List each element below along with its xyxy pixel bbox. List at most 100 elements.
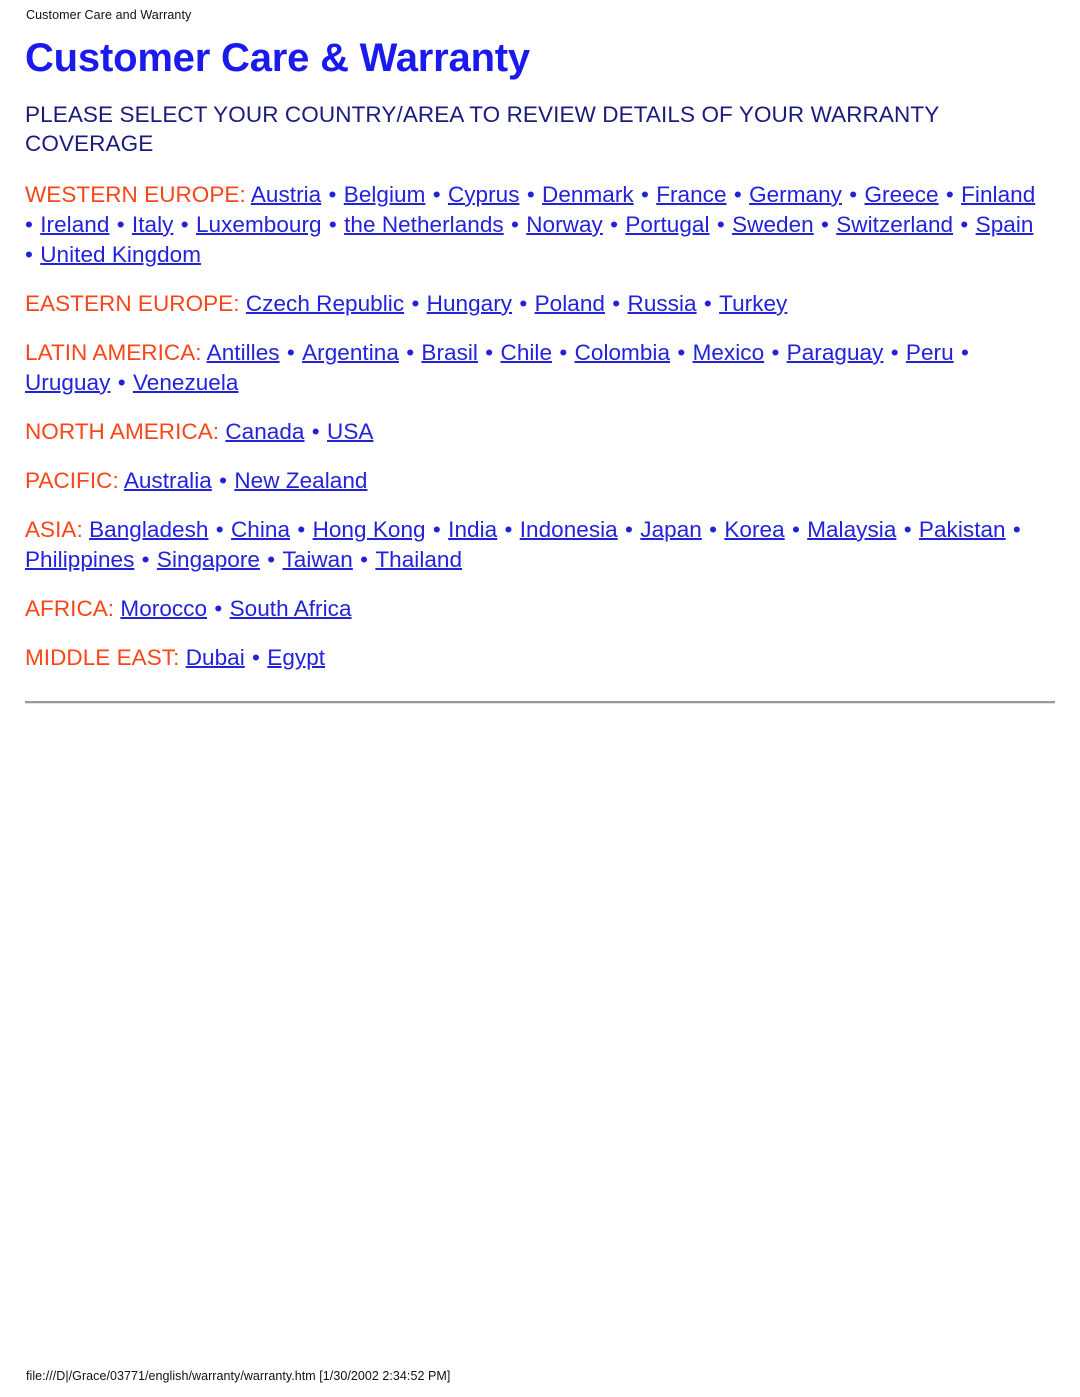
country-link[interactable]: Hong Kong xyxy=(313,517,426,542)
region-paragraph: MIDDLE EAST: Dubai • Egypt xyxy=(25,643,1037,673)
bullet-separator: • xyxy=(727,182,749,207)
country-link[interactable]: Belgium xyxy=(344,182,426,207)
country-link[interactable]: Egypt xyxy=(267,645,325,670)
country-link[interactable]: Norway xyxy=(526,212,603,237)
country-link[interactable]: New Zealand xyxy=(234,468,367,493)
country-link[interactable]: USA xyxy=(327,419,373,444)
bullet-separator: • xyxy=(426,182,447,207)
region-label: NORTH AMERICA: xyxy=(25,419,220,444)
country-link[interactable]: Finland xyxy=(961,182,1035,207)
bullet-separator: • xyxy=(504,212,526,237)
page-title: Customer Care & Warranty xyxy=(25,36,530,80)
country-link[interactable]: Indonesia xyxy=(520,517,618,542)
country-link[interactable]: Pakistan xyxy=(919,517,1006,542)
country-link[interactable]: Singapore xyxy=(157,547,260,572)
country-link[interactable]: Antilles xyxy=(207,340,280,365)
country-link[interactable]: Morocco xyxy=(120,596,207,621)
region-label: WESTERN EUROPE: xyxy=(25,182,246,207)
country-link[interactable]: Chile xyxy=(501,340,553,365)
country-link[interactable]: Philippines xyxy=(25,547,134,572)
horizontal-divider xyxy=(25,701,1055,704)
bullet-separator: • xyxy=(305,419,327,444)
country-link[interactable]: Czech Republic xyxy=(246,291,404,316)
country-link[interactable]: Italy xyxy=(132,212,174,237)
print-footer-url: file:///D|/Grace/03771/english/warranty/… xyxy=(26,1369,451,1383)
bullet-separator: • xyxy=(897,517,918,542)
region-paragraph: ASIA: Bangladesh • China • Hong Kong • I… xyxy=(25,515,1037,575)
bullet-separator: • xyxy=(884,340,905,365)
country-link[interactable]: Poland xyxy=(535,291,605,316)
country-link[interactable]: Peru xyxy=(906,340,954,365)
country-link[interactable]: Korea xyxy=(724,517,784,542)
bullet-separator: • xyxy=(212,468,234,493)
bullet-separator: • xyxy=(478,340,500,365)
country-link[interactable]: Dubai xyxy=(186,645,245,670)
bullet-separator: • xyxy=(954,212,975,237)
country-link[interactable]: South Africa xyxy=(230,596,352,621)
bullet-separator: • xyxy=(520,182,542,207)
region-label: ASIA: xyxy=(25,517,83,542)
region-paragraph: NORTH AMERICA: Canada • USA xyxy=(25,417,1037,447)
region-label: EASTERN EUROPE: xyxy=(25,291,240,316)
country-link[interactable]: Russia xyxy=(628,291,697,316)
country-link[interactable]: France xyxy=(656,182,726,207)
country-link[interactable]: Denmark xyxy=(542,182,634,207)
bullet-separator: • xyxy=(605,291,627,316)
region-label: PACIFIC: xyxy=(25,468,119,493)
country-link[interactable]: Paraguay xyxy=(787,340,884,365)
country-link[interactable]: Turkey xyxy=(719,291,787,316)
bullet-separator: • xyxy=(553,340,574,365)
bullet-separator: • xyxy=(135,547,156,572)
country-link[interactable]: Colombia xyxy=(575,340,670,365)
bullet-separator: • xyxy=(353,547,375,572)
country-link[interactable]: Greece xyxy=(864,182,938,207)
bullet-separator: • xyxy=(322,182,343,207)
bullet-separator: • xyxy=(765,340,786,365)
bullet-separator: • xyxy=(209,517,230,542)
region-paragraph: AFRICA: Morocco • South Africa xyxy=(25,594,1037,624)
bullet-separator: • xyxy=(785,517,807,542)
country-link[interactable]: Hungary xyxy=(427,291,512,316)
bullet-separator: • xyxy=(110,212,131,237)
country-link[interactable]: Portugal xyxy=(625,212,709,237)
bullet-separator: • xyxy=(702,517,724,542)
bullet-separator: • xyxy=(322,212,344,237)
country-link[interactable]: Ireland xyxy=(40,212,109,237)
bullet-separator: • xyxy=(405,291,426,316)
bullet-separator: • xyxy=(1006,517,1021,542)
document-body: Customer Care & Warranty PLEASE SELECT Y… xyxy=(25,34,1055,704)
bullet-separator: • xyxy=(260,547,282,572)
country-link[interactable]: Sweden xyxy=(732,212,814,237)
country-link[interactable]: India xyxy=(448,517,497,542)
region-label: MIDDLE EAST: xyxy=(25,645,180,670)
country-link[interactable]: Taiwan xyxy=(282,547,352,572)
country-link[interactable]: United Kingdom xyxy=(40,242,201,267)
country-link[interactable]: Argentina xyxy=(302,340,399,365)
bullet-separator: • xyxy=(426,517,448,542)
country-link[interactable]: Bangladesh xyxy=(89,517,208,542)
bullet-separator: • xyxy=(954,340,969,365)
country-link[interactable]: the Netherlands xyxy=(344,212,504,237)
country-link[interactable]: Canada xyxy=(225,419,304,444)
country-link[interactable]: Venezuela xyxy=(133,370,239,395)
bullet-separator: • xyxy=(498,517,519,542)
country-link[interactable]: Austria xyxy=(251,182,321,207)
country-link[interactable]: Japan xyxy=(640,517,702,542)
country-link[interactable]: Mexico xyxy=(693,340,765,365)
country-link[interactable]: China xyxy=(231,517,290,542)
bullet-separator: • xyxy=(399,340,421,365)
bullet-separator: • xyxy=(634,182,656,207)
region-paragraph: LATIN AMERICA: Antilles • Argentina • Br… xyxy=(25,338,1037,398)
country-link[interactable]: Brasil xyxy=(421,340,478,365)
country-link[interactable]: Cyprus xyxy=(448,182,520,207)
country-link[interactable]: Luxembourg xyxy=(196,212,322,237)
country-link[interactable]: Malaysia xyxy=(807,517,896,542)
country-link[interactable]: Uruguay xyxy=(25,370,110,395)
country-link[interactable]: Spain xyxy=(976,212,1034,237)
bullet-separator: • xyxy=(291,517,312,542)
country-link[interactable]: Australia xyxy=(124,468,212,493)
country-link[interactable]: Germany xyxy=(749,182,842,207)
country-link[interactable]: Thailand xyxy=(375,547,462,572)
country-link[interactable]: Switzerland xyxy=(836,212,953,237)
bullet-separator: • xyxy=(939,182,961,207)
